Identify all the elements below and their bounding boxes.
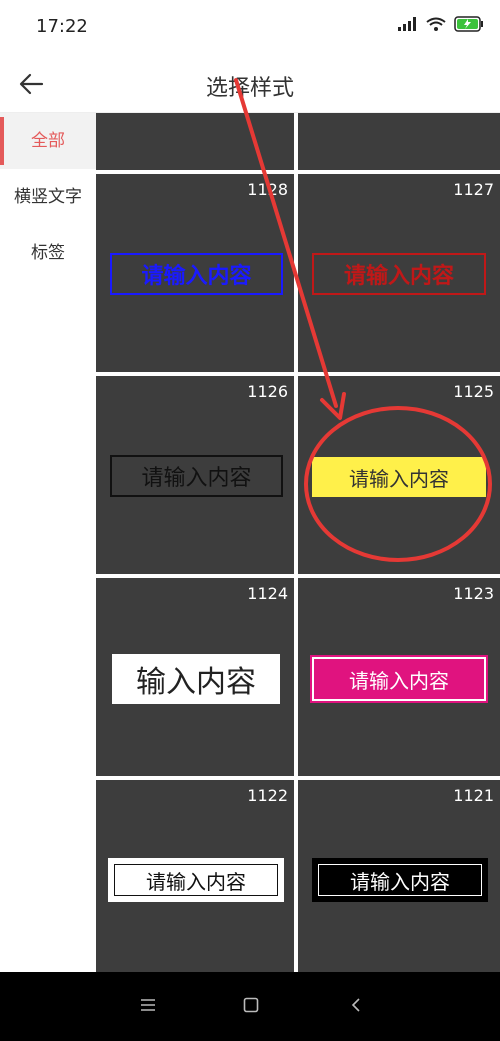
style-preview-inner: 请输入内容 <box>114 864 278 896</box>
style-id: 1124 <box>247 584 288 603</box>
style-tile[interactable] <box>96 113 294 170</box>
page-title: 选择样式 <box>205 76 294 101</box>
battery-charging-icon <box>454 16 483 32</box>
style-preview: 请输入内容 <box>312 253 486 295</box>
category-sidebar: 全部 横竖文字 标签 <box>0 113 96 972</box>
status-bar: 17:22 <box>0 0 500 56</box>
style-grid: 1128 请输入内容 1127 请输入内容 1126 请输入内容 1125 请输… <box>96 113 500 972</box>
style-preview: 输入内容 <box>112 654 280 704</box>
signal-icon <box>398 17 416 31</box>
style-id: 1128 <box>247 180 288 199</box>
sidebar-item-labels[interactable]: 标签 <box>0 225 96 281</box>
wifi-icon <box>426 17 446 31</box>
style-preview: 请输入内容 <box>312 858 488 902</box>
style-id: 1125 <box>453 382 494 401</box>
style-id: 1121 <box>453 786 494 805</box>
style-preview-inner: 请输入内容 <box>318 864 482 896</box>
style-tile-1128[interactable]: 1128 请输入内容 <box>96 174 294 372</box>
style-preview: 请输入内容 <box>312 457 486 497</box>
status-icons <box>398 16 484 32</box>
style-preview: 请输入内容 <box>310 655 488 703</box>
nav-back-icon[interactable] <box>341 994 371 1018</box>
style-id: 1122 <box>247 786 288 805</box>
system-nav-bar <box>0 972 500 1041</box>
style-tile-1125[interactable]: 1125 请输入内容 <box>298 376 500 574</box>
style-tile-1126[interactable]: 1126 请输入内容 <box>96 376 294 574</box>
style-tile-1123[interactable]: 1123 请输入内容 <box>298 578 500 776</box>
style-preview: 请输入内容 <box>110 253 283 295</box>
home-square-icon[interactable] <box>236 994 266 1018</box>
style-tile[interactable] <box>298 113 500 170</box>
style-id: 1126 <box>247 382 288 401</box>
sidebar-item-horizontal-vertical-text[interactable]: 横竖文字 <box>0 169 96 225</box>
app-bar: 选择样式 <box>0 56 500 113</box>
style-tile-1122[interactable]: 1122 请输入内容 <box>96 780 294 972</box>
menu-icon[interactable] <box>133 994 163 1018</box>
style-preview: 请输入内容 <box>110 455 283 497</box>
style-tile-1121[interactable]: 1121 请输入内容 <box>298 780 500 972</box>
status-time: 17:22 <box>36 16 88 37</box>
style-tile-1127[interactable]: 1127 请输入内容 <box>298 174 500 372</box>
style-preview: 请输入内容 <box>108 858 284 902</box>
style-tile-1124[interactable]: 1124 输入内容 <box>96 578 294 776</box>
sidebar-item-all[interactable]: 全部 <box>0 113 96 169</box>
style-id: 1123 <box>453 584 494 603</box>
style-id: 1127 <box>453 180 494 199</box>
